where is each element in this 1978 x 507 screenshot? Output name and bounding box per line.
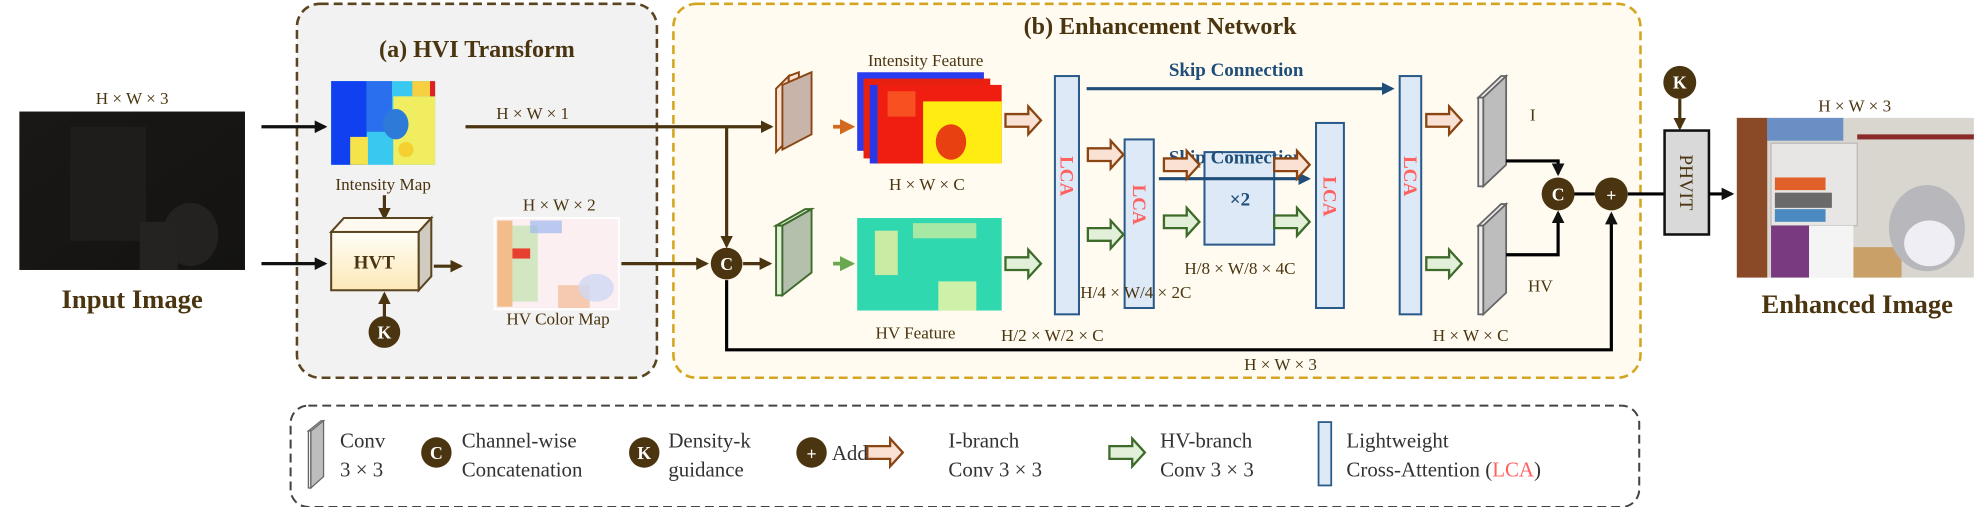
dims-eighth-label: H/8 × W/8 × 4C bbox=[1184, 259, 1295, 278]
legend-concat-line2: Concatenation bbox=[462, 458, 583, 482]
enhancement-network-title: (b) Enhancement Network bbox=[1024, 14, 1297, 40]
input-image bbox=[19, 111, 245, 270]
concat-symbol: C bbox=[720, 254, 733, 274]
dims-full-label: H × W × C bbox=[1433, 326, 1509, 345]
i-output-label: I bbox=[1530, 105, 1536, 124]
legend-density-line2: guidance bbox=[668, 458, 743, 482]
legend-density-line1: Density-k bbox=[668, 428, 751, 452]
phvit-density-k-symbol: K bbox=[1673, 73, 1687, 93]
legend-conv-line2: 3 × 3 bbox=[340, 458, 383, 482]
skip-outer-label: Skip Connection bbox=[1169, 60, 1304, 81]
intensity-feature-image bbox=[857, 72, 1002, 164]
bottleneck-repeat-label: ×2 bbox=[1230, 189, 1250, 210]
hvi-cidnet-diagram: (a) HVI Transform (b) Enhancement Networ… bbox=[19, 2, 1974, 507]
hvi-transform-title: (a) HVI Transform bbox=[379, 37, 575, 63]
legend-add-label: Add bbox=[832, 441, 869, 465]
legend-lca-line2: Cross-Attention (LCA) bbox=[1346, 458, 1541, 482]
concat-output-symbol: C bbox=[1552, 184, 1565, 204]
legend-conv-line1: Conv bbox=[340, 428, 386, 452]
add-symbol: + bbox=[1606, 186, 1616, 206]
hw1-label: H × W × 1 bbox=[496, 104, 569, 123]
hv-output-label: HV bbox=[1528, 277, 1553, 296]
dims-half-label: H/2 × W/2 × C bbox=[1001, 326, 1104, 345]
legend-lca-icon bbox=[1317, 421, 1333, 487]
intensity-feature-dims: H × W × C bbox=[889, 175, 965, 194]
hv-color-map-label: HV Color Map bbox=[506, 309, 609, 328]
i-output-conv bbox=[1476, 73, 1509, 189]
lca-block-3-label: LCA bbox=[1319, 176, 1340, 216]
input-image-title: Input Image bbox=[62, 284, 203, 314]
output-dims-label: H × W × 3 bbox=[1818, 97, 1891, 116]
density-k-symbol: K bbox=[378, 322, 392, 342]
enhanced-image-title: Enhanced Image bbox=[1762, 289, 1954, 319]
legend-hv-branch-line1: HV-branch bbox=[1160, 428, 1253, 452]
legend-box bbox=[289, 404, 1641, 507]
residual-dims-label: H × W × 3 bbox=[1244, 355, 1317, 374]
hv-color-map-image bbox=[493, 217, 620, 311]
input-dims-label: H × W × 3 bbox=[96, 89, 169, 108]
lca-block-4-label: LCA bbox=[1399, 156, 1420, 196]
hv-feature-label: HV Feature bbox=[875, 323, 955, 342]
legend-conv-icon bbox=[306, 419, 326, 490]
hv-feature-image bbox=[857, 218, 1002, 311]
enhancement-network-box bbox=[672, 2, 1642, 379]
legend-density-symbol: K bbox=[637, 443, 651, 463]
legend-add-symbol: + bbox=[806, 444, 816, 464]
hv-output-conv bbox=[1476, 202, 1509, 317]
intensity-map-label: Intensity Map bbox=[335, 175, 431, 194]
enhanced-image bbox=[1736, 117, 1974, 278]
legend-concat-symbol: C bbox=[430, 443, 443, 463]
legend-concat-line1: Channel-wise bbox=[462, 428, 577, 452]
legend-hv-branch-line2: Conv 3 × 3 bbox=[1160, 458, 1254, 482]
dims-quarter-label: H/4 × W/4 × 2C bbox=[1080, 283, 1191, 302]
hvt-label: HVT bbox=[354, 253, 395, 274]
phvit-label: PHVIT bbox=[1675, 155, 1696, 211]
intensity-feature-label: Intensity Feature bbox=[868, 51, 983, 70]
intensity-map-image bbox=[331, 81, 436, 165]
lca-block-2-label: LCA bbox=[1128, 185, 1149, 225]
legend-lca-line1: Lightweight bbox=[1346, 428, 1448, 452]
legend-i-branch-line2: Conv 3 × 3 bbox=[948, 458, 1042, 482]
hw2-label: H × W × 2 bbox=[523, 195, 596, 214]
lca-block-1-label: LCA bbox=[1056, 156, 1077, 196]
legend-i-branch-line1: I-branch bbox=[948, 428, 1019, 452]
